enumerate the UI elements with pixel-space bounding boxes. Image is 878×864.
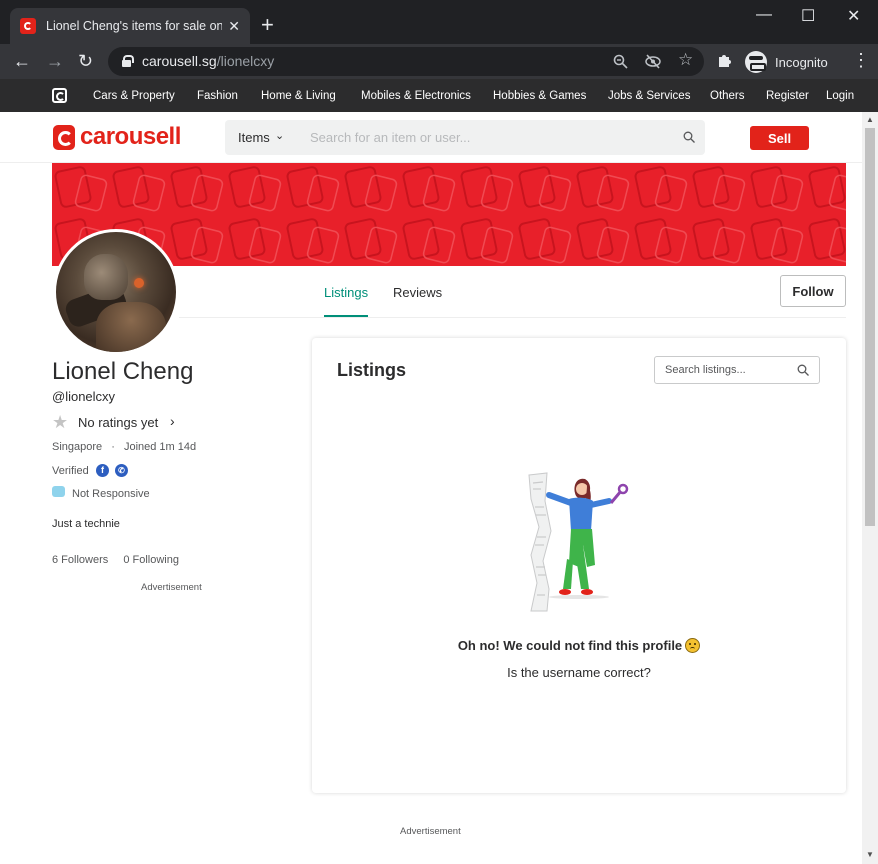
empty-state-title-text: Oh no! We could not find this profile xyxy=(457,638,683,653)
following-link[interactable]: 0 Following xyxy=(123,554,179,566)
search-category-select[interactable]: Items xyxy=(238,130,270,145)
listing-search xyxy=(654,356,820,384)
maximize-button[interactable]: ☐ xyxy=(801,6,815,26)
sell-button[interactable]: Sell xyxy=(750,126,809,150)
chevron-right-icon[interactable]: › xyxy=(170,413,175,429)
site-search: Items ⌄ xyxy=(225,120,705,155)
address-bar[interactable]: carousell.sg/lionelcxy ☆ xyxy=(108,47,704,76)
tab-listings[interactable]: Listings xyxy=(324,285,368,300)
category-nav: Cars & Property Fashion Home & Living Mo… xyxy=(0,79,878,112)
browser-menu-icon[interactable]: ⋮ xyxy=(852,50,870,71)
star-icon: ★ xyxy=(52,412,69,432)
avatar xyxy=(53,229,179,355)
profile-tabs: Listings Reviews Follow xyxy=(179,266,846,318)
nav-mobiles-electronics[interactable]: Mobiles & Electronics xyxy=(361,90,471,102)
chat-bubble-icon xyxy=(52,486,65,497)
sad-face-emoji-icon xyxy=(685,638,701,653)
bookmark-star-icon[interactable]: ☆ xyxy=(678,50,693,70)
nav-hobbies-games[interactable]: Hobbies & Games xyxy=(493,90,586,102)
profile-banner xyxy=(52,163,846,266)
search-icon[interactable] xyxy=(797,364,809,376)
profile-location-joined: Singapore · Joined 1m 14d xyxy=(52,441,196,453)
nav-others[interactable]: Others xyxy=(710,90,745,102)
incognito-indicator[interactable]: Incognito xyxy=(745,51,828,73)
facebook-icon: f xyxy=(96,464,109,477)
carousell-favicon-icon xyxy=(20,18,36,34)
listing-search-input[interactable] xyxy=(665,361,785,379)
url-text[interactable]: carousell.sg/lionelcxy xyxy=(142,53,274,69)
tab-reviews[interactable]: Reviews xyxy=(393,285,442,300)
nav-home-living[interactable]: Home & Living xyxy=(261,90,336,102)
profile-location: Singapore xyxy=(52,441,103,453)
scroll-up-arrow-icon[interactable]: ▲ xyxy=(866,115,874,124)
rating-text[interactable]: No ratings yet xyxy=(78,415,158,430)
nav-register[interactable]: Register xyxy=(766,90,809,102)
scrollbar-thumb[interactable] xyxy=(865,128,875,526)
followers-link[interactable]: 6 Followers xyxy=(52,554,108,566)
tab-close-icon[interactable]: ✕ xyxy=(228,18,240,35)
lock-icon xyxy=(122,55,134,67)
footer-advertisement-label: Advertisement xyxy=(400,826,461,837)
profile-name: Lionel Cheng xyxy=(52,358,194,385)
url-host: carousell.sg xyxy=(142,53,217,69)
verified-label: Verified xyxy=(52,465,89,477)
back-arrow-icon[interactable]: ← xyxy=(13,50,31,72)
follow-button[interactable]: Follow xyxy=(780,275,846,307)
nav-login[interactable]: Login xyxy=(826,90,854,102)
nav-cars-property[interactable]: Cars & Property xyxy=(93,90,175,102)
active-tab-indicator xyxy=(324,315,368,317)
reload-icon[interactable]: ↻ xyxy=(78,50,93,72)
window-close-button[interactable]: ✕ xyxy=(847,6,860,26)
phone-icon: ✆ xyxy=(115,464,128,477)
tab-title: Lionel Cheng's items for sale on Carouse… xyxy=(46,19,222,33)
follow-counts: 6 Followers 0 Following xyxy=(52,554,179,566)
carousell-small-logo-icon[interactable] xyxy=(52,88,67,103)
profile-bio: Just a technie xyxy=(52,518,120,530)
page-scrollbar[interactable]: ▲ ▼ xyxy=(862,112,878,864)
carousell-logo-text[interactable]: carousell xyxy=(80,123,181,151)
zoom-icon[interactable] xyxy=(613,54,628,69)
site-header: carousell Items ⌄ Sell xyxy=(0,112,862,163)
forward-arrow-icon[interactable]: → xyxy=(46,50,64,72)
search-icon[interactable] xyxy=(683,131,695,143)
incognito-icon xyxy=(745,51,767,73)
nav-jobs-services[interactable]: Jobs & Services xyxy=(608,90,690,102)
url-path: /lionelcxy xyxy=(216,53,275,69)
new-tab-button[interactable]: + xyxy=(261,14,274,36)
browser-tab[interactable]: Lionel Cheng's items for sale on Carouse… xyxy=(10,8,250,44)
chevron-down-icon[interactable]: ⌄ xyxy=(275,129,284,142)
carousell-logo-icon[interactable] xyxy=(53,125,75,150)
nav-fashion[interactable]: Fashion xyxy=(197,90,238,102)
listings-card: Listings Oh no xyxy=(312,338,846,793)
empty-state-title: Oh no! We could not find this profile xyxy=(312,638,846,653)
separator-dot: · xyxy=(111,441,115,453)
banner-pattern xyxy=(52,163,846,266)
responsiveness: Not Responsive xyxy=(72,488,150,500)
tracking-blocked-eye-icon[interactable] xyxy=(645,54,661,69)
extensions-puzzle-icon[interactable] xyxy=(717,53,732,68)
not-found-illustration xyxy=(528,472,629,612)
empty-state-subtitle: Is the username correct? xyxy=(507,665,651,680)
search-input[interactable] xyxy=(310,124,670,151)
incognito-label: Incognito xyxy=(775,54,828,70)
profile-joined: Joined 1m 14d xyxy=(123,441,197,453)
listings-title: Listings xyxy=(337,360,407,380)
advertisement-label: Advertisement xyxy=(141,582,202,593)
scroll-down-arrow-icon[interactable]: ▼ xyxy=(866,850,874,859)
minimize-button[interactable]: — xyxy=(756,6,772,24)
profile-handle: @lionelcxy xyxy=(52,389,116,404)
browser-titlebar: Lionel Cheng's items for sale on Carouse… xyxy=(0,0,878,44)
browser-toolbar: ← → ↻ carousell.sg/lionelcxy ☆ Incognito… xyxy=(0,44,878,79)
